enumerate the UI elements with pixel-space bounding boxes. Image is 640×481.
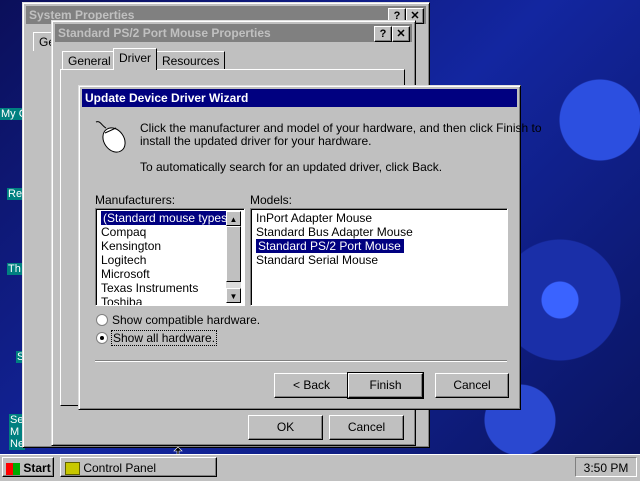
list-item[interactable]: Standard Serial Mouse: [253, 253, 503, 267]
help-button[interactable]: ?: [374, 26, 392, 42]
start-label: Start: [23, 461, 51, 475]
wizard-title: Update Device Driver Wizard: [85, 91, 249, 105]
list-item-selected[interactable]: (Standard mouse types): [101, 211, 235, 225]
instruction-line-1: Click the manufacturer and model of your…: [140, 121, 542, 135]
mouse-properties-title: Standard PS/2 Port Mouse Properties: [58, 26, 271, 40]
list-item[interactable]: Kensington: [98, 239, 224, 253]
list-item[interactable]: InPort Adapter Mouse: [253, 211, 503, 225]
update-driver-wizard: Update Device Driver Wizard Click the ma…: [78, 85, 542, 410]
windows-logo-icon: [6, 462, 20, 475]
radio-compatible[interactable]: [96, 314, 108, 326]
scroll-down-icon[interactable]: ▼: [226, 288, 241, 303]
radio-all-label[interactable]: Show all hardware.: [110, 330, 218, 346]
list-item[interactable]: Standard Bus Adapter Mouse: [253, 225, 503, 239]
cancel-button[interactable]: Cancel: [435, 373, 509, 398]
mouse-icon: [95, 121, 126, 153]
manufacturers-label: Manufacturers:: [95, 193, 176, 207]
list-item[interactable]: Texas Instruments: [98, 281, 224, 295]
list-item[interactable]: Compaq: [98, 225, 224, 239]
wizard-titlebar[interactable]: Update Device Driver Wizard: [82, 89, 517, 107]
tab-resources[interactable]: Resources: [156, 51, 226, 70]
scrollbar[interactable]: ▲ ▼: [226, 211, 241, 303]
mouse-properties-titlebar[interactable]: Standard PS/2 Port Mouse Properties ? ✕: [55, 24, 412, 42]
instruction-line-3: To automatically search for an updated d…: [140, 160, 443, 174]
taskbar: Start Control Panel 3:50 PM: [0, 454, 640, 481]
cancel-button[interactable]: Cancel: [329, 415, 404, 440]
radio-compatible-label[interactable]: Show compatible hardware.: [112, 313, 260, 327]
list-item-selected[interactable]: Standard PS/2 Port Mouse: [256, 239, 404, 253]
finish-button[interactable]: Finish: [347, 372, 424, 399]
radio-all[interactable]: [96, 332, 108, 344]
back-button[interactable]: < Back: [274, 373, 349, 398]
list-item[interactable]: Logitech: [98, 253, 224, 267]
tab-general[interactable]: General: [62, 51, 117, 70]
desktop-icon-label[interactable]: Th: [7, 263, 22, 275]
scroll-thumb[interactable]: [226, 226, 241, 282]
models-label: Models:: [250, 193, 293, 207]
list-item[interactable]: Toshiba: [98, 295, 224, 305]
divider: [95, 360, 507, 362]
taskbar-item-control-panel[interactable]: Control Panel: [60, 457, 217, 477]
ok-button[interactable]: OK: [248, 415, 323, 440]
start-button[interactable]: Start: [2, 457, 54, 477]
models-list[interactable]: InPort Adapter Mouse Standard Bus Adapte…: [250, 208, 508, 306]
close-button[interactable]: ✕: [392, 26, 410, 42]
scroll-up-icon[interactable]: ▲: [226, 211, 241, 226]
instruction-line-2: install the updated driver for your hard…: [140, 134, 372, 148]
list-item[interactable]: Microsoft: [98, 267, 224, 281]
clock[interactable]: 3:50 PM: [575, 457, 637, 477]
control-panel-icon: [65, 462, 80, 476]
desktop-icon-label[interactable]: Re: [7, 188, 24, 200]
manufacturers-list[interactable]: (Standard mouse types) Compaq Kensington…: [95, 208, 245, 306]
taskbar-item-label: Control Panel: [83, 461, 157, 475]
tab-driver[interactable]: Driver: [113, 48, 157, 70]
